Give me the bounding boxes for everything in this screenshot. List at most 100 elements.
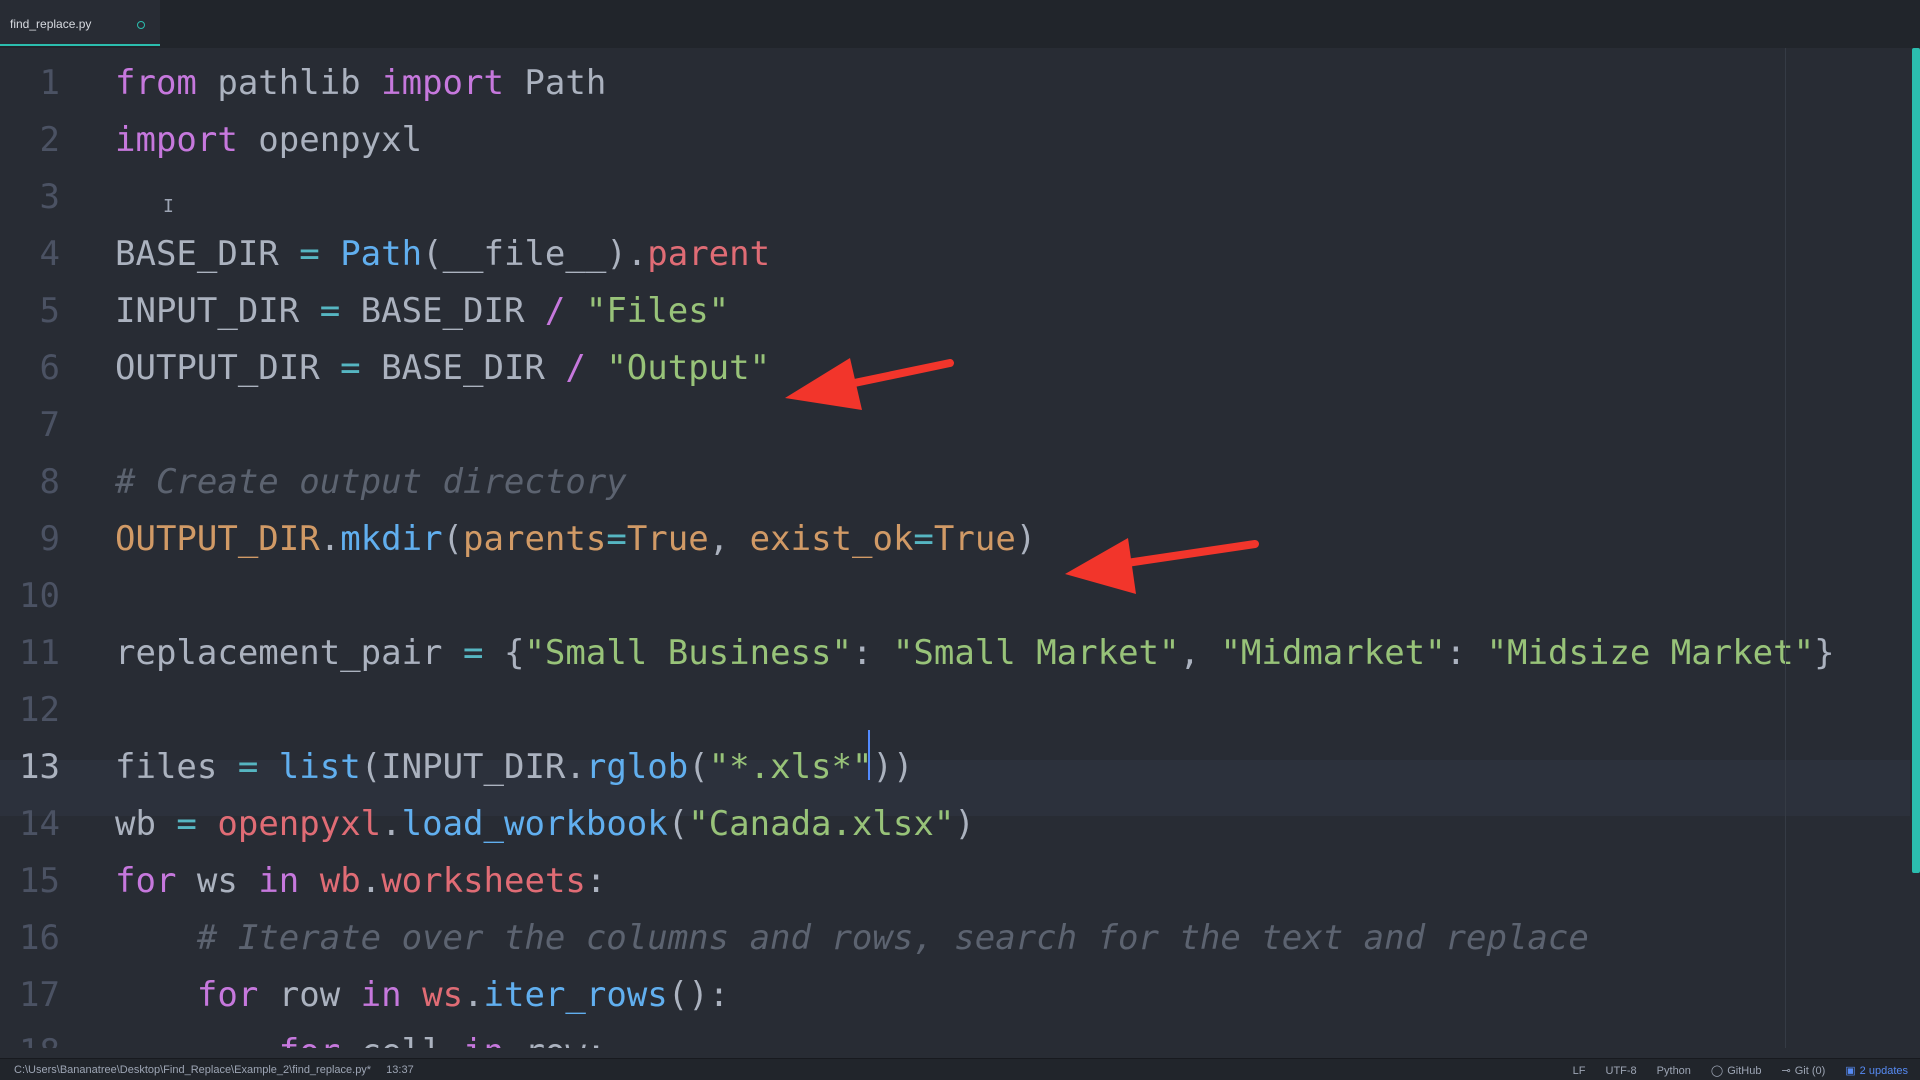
code-token: ) [1015,519,1037,559]
code-line[interactable]: OUTPUT_DIR.mkdir(parents=True, exist_ok=… [115,511,1036,568]
line-number[interactable]: 2 [0,112,60,169]
code-token: )) [872,747,914,787]
code-line[interactable]: files = list(INPUT_DIR.rglob("*.xls*")) [115,739,913,796]
code-area[interactable]: from pathlib import Path import openpyxl B… [115,48,1915,1048]
code-token: for [115,861,177,901]
code-token: . [463,975,484,1015]
modified-dot-icon[interactable] [137,21,145,29]
code-token: : [851,633,893,673]
line-number-gutter[interactable]: 123456789101112131415161718 [0,48,80,1048]
code-token: ( [667,804,689,844]
code-token: = [237,747,259,787]
code-line[interactable]: import openpyxl [115,112,422,169]
code-token: parent [647,234,771,274]
code-line[interactable]: INPUT_DIR = BASE_DIR / "Files" [115,283,729,340]
code-line[interactable]: replacement_pair = {"Small Business": "S… [115,625,1835,682]
code-token: / [565,348,586,388]
code-line[interactable]: for ws in wb.worksheets: [115,853,606,910]
code-token: OUTPUT_DIR [115,519,320,559]
line-number[interactable]: 5 [0,283,60,340]
line-ending[interactable]: LF [1573,1065,1586,1077]
code-line[interactable]: from pathlib import Path [115,55,606,112]
code-token: for [279,1032,340,1048]
code-token: { [483,633,525,673]
code-token: "Small Business" [524,633,852,673]
code-token: . [381,804,402,844]
code-line[interactable]: for cell in row: [115,1024,607,1048]
code-token: list [278,747,361,787]
line-number[interactable]: 1 [0,55,60,112]
cursor-position[interactable]: 13:37 [386,1064,414,1076]
code-token: "Output" [606,348,771,388]
code-line[interactable]: wb = openpyxl.load_workbook("Canada.xlsx… [115,796,975,853]
code-token: openpyxl [217,804,382,844]
code-token: . [319,519,341,559]
line-number[interactable]: 9 [0,511,60,568]
text-caret [868,730,870,780]
code-token: # Create output directory [115,462,627,502]
code-token: (__file__). [422,234,648,274]
line-number[interactable]: 18 [0,1024,60,1048]
line-number[interactable]: 13 [0,739,60,796]
updates-button[interactable]: ▣ 2 updates [1845,1064,1908,1078]
code-token: : [585,861,607,901]
code-token: ( [688,747,709,787]
code-token: = [176,804,197,844]
code-line[interactable]: # Iterate over the columns and rows, sea… [115,910,1589,967]
github-label: GitHub [1727,1064,1762,1077]
code-token: = [606,519,627,559]
code-token: wb [115,804,177,844]
code-token: } [1814,633,1835,673]
line-number[interactable]: 8 [0,454,60,511]
status-bar: C:\Users\Bananatree\Desktop\Find_Replace… [0,1058,1920,1080]
code-token: import [381,63,504,103]
code-token: True [626,519,709,559]
line-number[interactable]: 17 [0,967,60,1024]
code-editor[interactable]: 123456789101112131415161718 from pathlib… [0,48,1920,1048]
code-token: iter_rows [483,975,668,1015]
code-token: BASE_DIR [340,291,545,331]
code-line[interactable]: # Create output directory [115,454,627,511]
code-token: , [708,519,750,559]
line-number[interactable]: 6 [0,340,60,397]
line-number[interactable]: 15 [0,853,60,910]
encoding[interactable]: UTF-8 [1606,1065,1637,1077]
code-token: "*.xls*" [708,747,873,787]
code-token: = [299,234,320,274]
line-number[interactable]: 3 [0,169,60,226]
code-token: BASE_DIR [115,234,300,274]
line-number[interactable]: 7 [0,397,60,454]
code-token: from [115,63,197,103]
line-number[interactable]: 16 [0,910,60,967]
code-token: worksheets [381,861,586,901]
code-token: in [360,975,402,1015]
code-line[interactable]: OUTPUT_DIR = BASE_DIR / "Output" [115,340,770,397]
code-token: ws [176,861,259,901]
code-token: "Small Market" [892,633,1180,673]
tab-find-replace[interactable]: find_replace.py [0,0,160,46]
line-number[interactable]: 11 [0,625,60,682]
git-button[interactable]: ⊸ Git (0) [1781,1064,1825,1078]
code-line[interactable]: for row in ws.iter_rows(): [115,967,729,1024]
scrollbar-thumb[interactable] [1912,48,1920,873]
code-token: files [115,747,238,787]
package-icon: ▣ [1845,1065,1856,1077]
line-number[interactable]: 10 [0,568,60,625]
code-token: ( [442,519,464,559]
grammar[interactable]: Python [1657,1065,1691,1077]
code-token: in [463,1032,504,1048]
vertical-scrollbar[interactable] [1910,48,1920,1048]
line-number[interactable]: 12 [0,682,60,739]
github-button[interactable]: ◯ GitHub [1711,1064,1762,1078]
code-token: row: [504,1032,606,1048]
file-path[interactable]: C:\Users\Bananatree\Desktop\Find_Replace… [14,1064,371,1076]
code-line[interactable]: BASE_DIR = Path(__file__).parent [115,226,770,283]
line-number[interactable]: 4 [0,226,60,283]
code-token: , [1179,633,1221,673]
code-token: Path [340,234,423,274]
line-number[interactable]: 14 [0,796,60,853]
